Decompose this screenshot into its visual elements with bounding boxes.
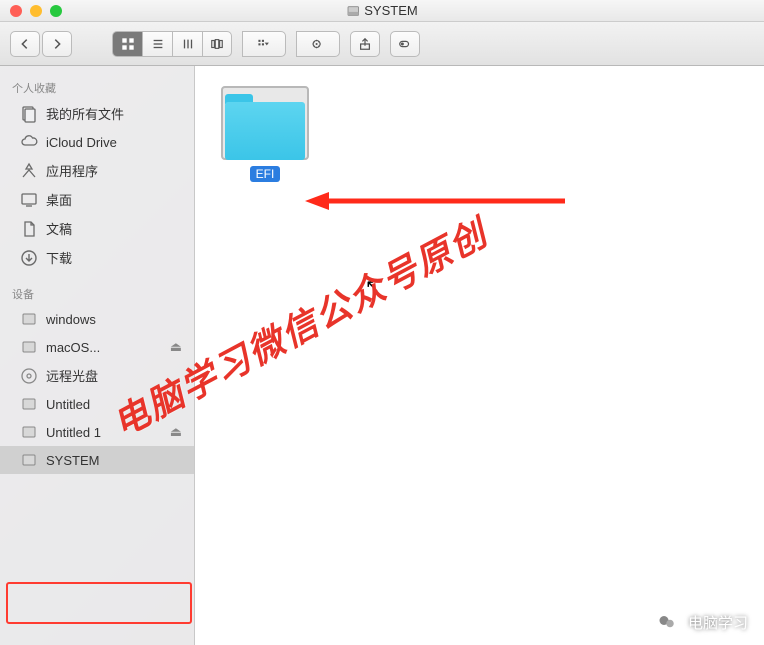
titlebar: SYSTEM bbox=[0, 0, 764, 22]
close-button[interactable] bbox=[10, 5, 22, 17]
folder-label: EFI bbox=[250, 166, 281, 182]
content-area[interactable]: EFI ↖ bbox=[195, 66, 764, 645]
list-view-button[interactable] bbox=[142, 31, 172, 57]
sidebar-item-label: 远程光盘 bbox=[46, 366, 98, 385]
sidebar-item-label: 文稿 bbox=[46, 219, 72, 238]
coverflow-view-button[interactable] bbox=[202, 31, 232, 57]
sidebar-item-windows[interactable]: windows bbox=[0, 305, 194, 333]
view-mode-segment bbox=[112, 31, 232, 57]
sidebar-item-label: 下载 bbox=[46, 248, 72, 267]
window-title-text: SYSTEM bbox=[364, 3, 417, 18]
maximize-button[interactable] bbox=[50, 5, 62, 17]
footer-watermark: 电脑学习 bbox=[654, 609, 748, 635]
devices-header: 设备 bbox=[0, 280, 194, 305]
cloud-icon bbox=[20, 133, 38, 151]
sidebar-item-downloads[interactable]: 下载 bbox=[0, 243, 194, 272]
sidebar-item-label: macOS... bbox=[46, 340, 100, 355]
sidebar-item-all-files[interactable]: 我的所有文件 bbox=[0, 99, 194, 128]
disk-icon bbox=[20, 310, 38, 328]
disk-icon bbox=[346, 4, 360, 18]
minimize-button[interactable] bbox=[30, 5, 42, 17]
sidebar-item-label: 应用程序 bbox=[46, 161, 98, 180]
toolbar bbox=[0, 22, 764, 66]
folder-icon bbox=[221, 86, 309, 160]
nav-buttons bbox=[10, 31, 72, 57]
all-files-icon bbox=[20, 105, 38, 123]
back-button[interactable] bbox=[10, 31, 40, 57]
action-segment bbox=[296, 31, 340, 57]
sidebar-item-untitled1[interactable]: Untitled 1 ⏏ bbox=[0, 418, 194, 446]
folder-item-efi[interactable]: EFI bbox=[215, 86, 315, 182]
wechat-icon bbox=[654, 609, 680, 635]
action-button[interactable] bbox=[296, 31, 340, 57]
sidebar-item-label: iCloud Drive bbox=[46, 135, 117, 150]
sidebar: 个人收藏 我的所有文件 iCloud Drive 应用程序 桌面 文稿 下载 设… bbox=[0, 66, 195, 645]
sidebar-item-label: 桌面 bbox=[46, 190, 72, 209]
disc-icon bbox=[20, 367, 38, 385]
sidebar-item-untitled[interactable]: Untitled bbox=[0, 390, 194, 418]
tags-button[interactable] bbox=[390, 31, 420, 57]
favorites-header: 个人收藏 bbox=[0, 74, 194, 99]
icon-view-button[interactable] bbox=[112, 31, 142, 57]
cursor-icon: ↖ bbox=[365, 276, 380, 297]
window-title: SYSTEM bbox=[346, 3, 417, 18]
sidebar-item-desktop[interactable]: 桌面 bbox=[0, 185, 194, 214]
main-area: 个人收藏 我的所有文件 iCloud Drive 应用程序 桌面 文稿 下载 设… bbox=[0, 66, 764, 645]
sidebar-item-system[interactable]: SYSTEM bbox=[0, 446, 194, 474]
sidebar-item-label: windows bbox=[46, 312, 96, 327]
documents-icon bbox=[20, 220, 38, 238]
arrow-annotation bbox=[305, 186, 575, 216]
sidebar-item-label: Untitled bbox=[46, 397, 90, 412]
disk-icon bbox=[20, 395, 38, 413]
sidebar-item-label: 我的所有文件 bbox=[46, 104, 124, 123]
sidebar-item-remote-disc[interactable]: 远程光盘 bbox=[0, 361, 194, 390]
sidebar-item-macos[interactable]: macOS... ⏏ bbox=[0, 333, 194, 361]
footer-text: 电脑学习 bbox=[688, 612, 748, 633]
apps-icon bbox=[20, 162, 38, 180]
disk-icon bbox=[20, 338, 38, 356]
arrange-button[interactable] bbox=[242, 31, 286, 57]
column-view-button[interactable] bbox=[172, 31, 202, 57]
forward-button[interactable] bbox=[42, 31, 72, 57]
sidebar-item-apps[interactable]: 应用程序 bbox=[0, 156, 194, 185]
sidebar-item-label: SYSTEM bbox=[46, 453, 99, 468]
desktop-icon bbox=[20, 191, 38, 209]
disk-icon bbox=[20, 451, 38, 469]
traffic-lights bbox=[10, 5, 62, 17]
sidebar-item-icloud[interactable]: iCloud Drive bbox=[0, 128, 194, 156]
eject-icon[interactable]: ⏏ bbox=[170, 339, 182, 355]
eject-icon[interactable]: ⏏ bbox=[170, 424, 182, 440]
share-button[interactable] bbox=[350, 31, 380, 57]
disk-icon bbox=[20, 423, 38, 441]
downloads-icon bbox=[20, 249, 38, 267]
sidebar-item-documents[interactable]: 文稿 bbox=[0, 214, 194, 243]
arrange-segment bbox=[242, 31, 286, 57]
sidebar-item-label: Untitled 1 bbox=[46, 425, 101, 440]
